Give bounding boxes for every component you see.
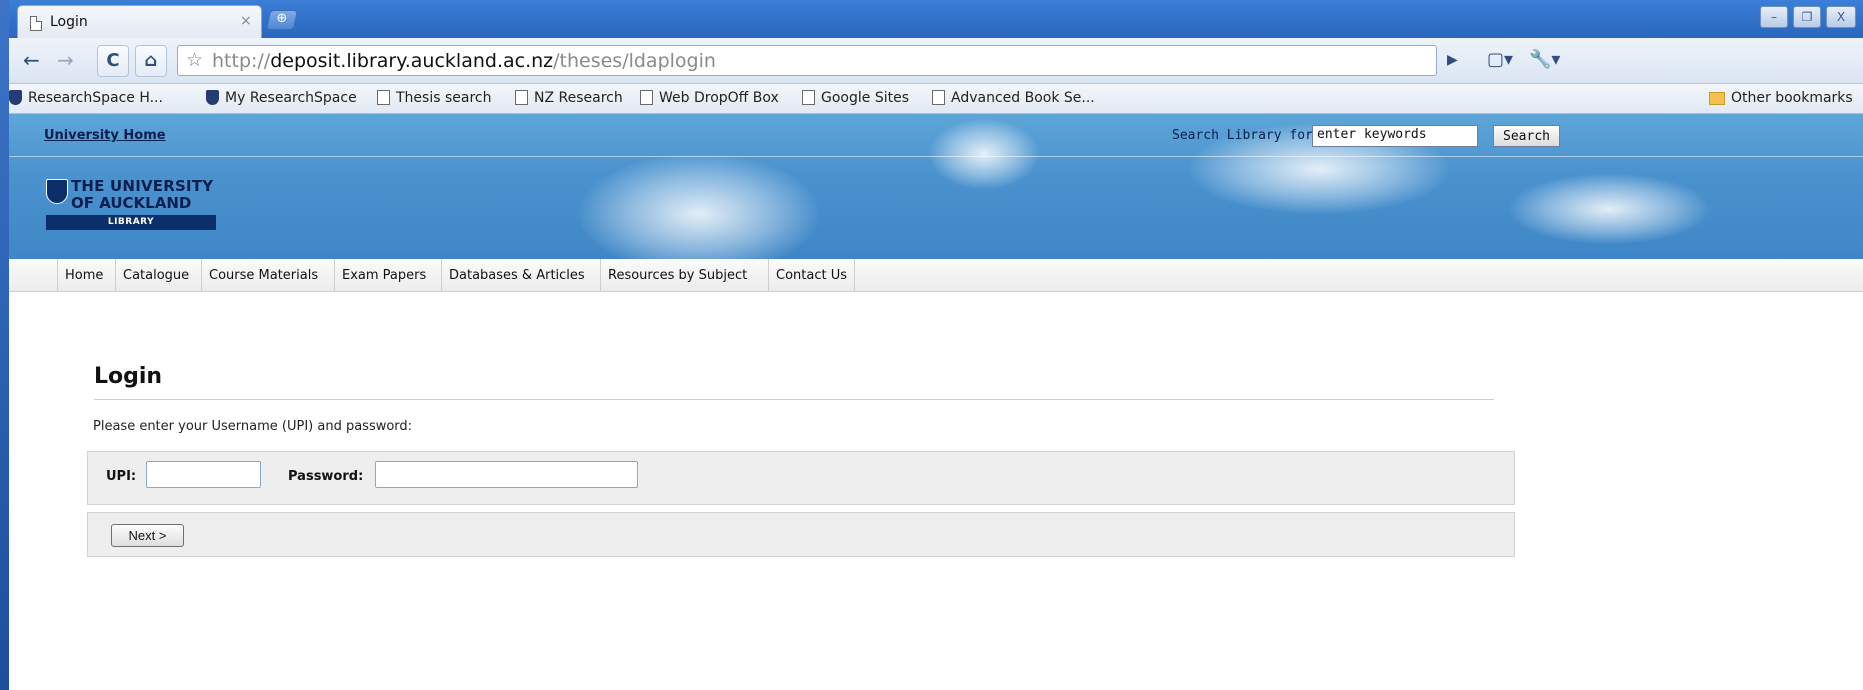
page-icon [30, 16, 42, 31]
bookmark-google-sites[interactable]: Google Sites [802, 90, 909, 106]
university-logo[interactable]: THE UNIVERSITY OF AUCKLAND LIBRARY [46, 177, 216, 231]
search-label: Search Library for: [1172, 128, 1321, 143]
nav-catalogue[interactable]: Catalogue [115, 259, 196, 292]
bookmark-nz-research[interactable]: NZ Research [515, 90, 623, 106]
minimize-button[interactable]: – [1760, 6, 1788, 28]
maximize-button[interactable]: ❐ [1793, 6, 1821, 28]
cloud-decoration [579, 154, 819, 259]
forward-button[interactable]: → [57, 48, 74, 72]
header-divider [9, 156, 1863, 157]
reload-button[interactable]: C [97, 45, 129, 77]
bookmark-advanced-book-search[interactable]: Advanced Book Se... [932, 90, 1095, 106]
nav-home[interactable]: Home [57, 259, 110, 292]
tab-strip: Login × ⊕ – ❐ X [0, 0, 1863, 38]
form-actions: Next > [87, 512, 1515, 557]
library-search-input[interactable]: enter keywords [1312, 125, 1478, 147]
bookmark-my-researchspace[interactable]: My ResearchSpace [206, 90, 357, 106]
cloud-decoration [1509, 174, 1709, 244]
address-url: http://deposit.library.auckland.ac.nz/th… [212, 50, 716, 72]
title-divider [94, 399, 1494, 400]
nav-course-materials[interactable]: Course Materials [201, 259, 325, 292]
close-window-button[interactable]: X [1826, 6, 1856, 28]
password-input[interactable] [375, 461, 638, 488]
nav-resources-by-subject[interactable]: Resources by Subject [600, 259, 754, 292]
page-icon [377, 90, 390, 105]
play-icon[interactable]: ▶ [1447, 52, 1458, 68]
other-bookmarks[interactable]: Other bookmarks [1709, 90, 1853, 106]
page-icon [515, 90, 528, 105]
browser-toolbar: ← → C ⌂ ☆ http://deposit.library.aucklan… [9, 38, 1863, 84]
page-icon [640, 90, 653, 105]
browser-window: Login × ⊕ – ❐ X ← → C ⌂ ☆ http://deposit… [0, 0, 1863, 690]
university-home-link[interactable]: University Home [44, 128, 166, 143]
upi-label: UPI: [106, 469, 137, 484]
main-nav: Home Catalogue Course Materials Exam Pap… [9, 259, 1863, 292]
tab-title: Login [50, 14, 88, 30]
password-label: Password: [288, 469, 364, 484]
search-button[interactable]: Search [1493, 125, 1560, 147]
crest-icon [46, 179, 68, 204]
nav-databases-articles[interactable]: Databases & Articles [441, 259, 592, 292]
bookmarks-bar: ResearchSpace H... My ResearchSpace Thes… [9, 84, 1863, 114]
close-tab-icon[interactable]: × [240, 13, 252, 29]
nav-contact-us[interactable]: Contact Us [768, 259, 855, 292]
page-menu-icon[interactable]: ▢▾ [1487, 49, 1513, 70]
site-header: University Home Search Library for: ente… [9, 114, 1863, 259]
page-icon [932, 90, 945, 105]
address-bar[interactable]: ☆ http://deposit.library.auckland.ac.nz/… [177, 45, 1437, 76]
bookmark-researchspace-home[interactable]: ResearchSpace H... [9, 90, 163, 106]
back-button[interactable]: ← [23, 48, 40, 72]
shield-icon [206, 90, 219, 105]
bookmark-web-dropoff-box[interactable]: Web DropOff Box [640, 90, 779, 106]
page-title: Login [94, 364, 163, 389]
plus-icon: ⊕ [276, 11, 288, 26]
folder-icon [1709, 92, 1725, 105]
upi-input[interactable] [146, 461, 261, 488]
wrench-icon[interactable]: 🔧▾ [1529, 49, 1560, 70]
nav-exam-papers[interactable]: Exam Papers [334, 259, 433, 292]
login-instruction: Please enter your Username (UPI) and pas… [93, 419, 413, 434]
new-tab-button[interactable]: ⊕ [265, 10, 299, 30]
shield-icon [9, 90, 22, 105]
window-frame-left [0, 0, 9, 690]
cloud-decoration [929, 119, 1039, 189]
bookmark-thesis-search[interactable]: Thesis search [377, 90, 491, 106]
star-icon[interactable]: ☆ [186, 49, 203, 71]
login-form: UPI: Password: [87, 451, 1515, 505]
tab-login[interactable]: Login × [17, 5, 262, 38]
page-icon [802, 90, 815, 105]
home-button[interactable]: ⌂ [135, 45, 167, 77]
next-button[interactable]: Next > [111, 524, 184, 547]
